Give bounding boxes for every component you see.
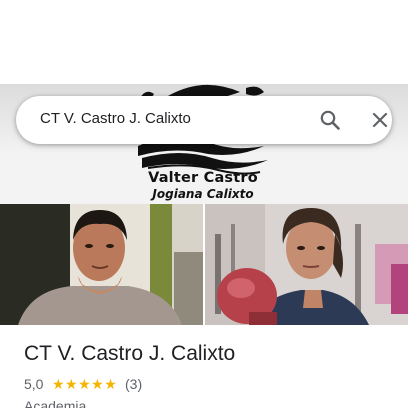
star-rating-icon: ★★★★★ [52, 376, 118, 392]
top-blank-area [0, 0, 408, 84]
rating-value: 5,0 [24, 376, 44, 392]
search-bar[interactable]: CT V. Castro J. Calixto [16, 96, 392, 144]
photo-man[interactable] [0, 204, 203, 325]
logo-name-text: Valter Castro [148, 170, 258, 186]
review-count[interactable]: (3) [125, 376, 142, 392]
place-category: Academia [24, 398, 87, 408]
place-title: CT V. Castro J. Calixto [24, 342, 236, 365]
search-input[interactable]: CT V. Castro J. Calixto [40, 110, 191, 127]
logo-subname-text: Jogiana Calixto [152, 187, 254, 201]
close-icon[interactable] [368, 108, 392, 132]
search-icon[interactable] [318, 108, 342, 132]
photo-strip [0, 204, 408, 325]
photo-woman-boxing[interactable] [205, 204, 408, 325]
